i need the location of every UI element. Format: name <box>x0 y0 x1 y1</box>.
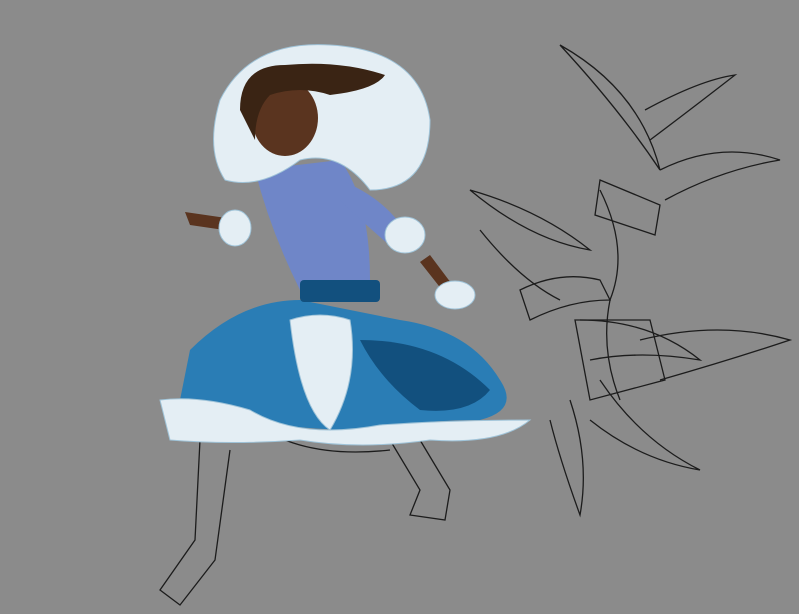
belt <box>300 280 380 302</box>
wrist-fur <box>434 280 476 310</box>
right-cuff <box>384 216 426 254</box>
left-cuff <box>218 209 252 247</box>
illustration-canvas <box>0 0 799 614</box>
